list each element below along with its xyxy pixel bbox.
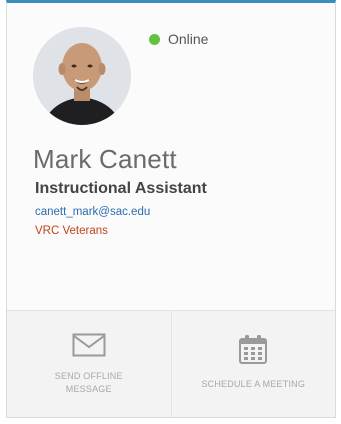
email-link[interactable]: canett_mark@sac.edu [35, 206, 150, 218]
presence-status: Online [149, 31, 208, 47]
calendar-icon [237, 333, 269, 370]
card-actions: SEND OFFLINE MESSAGE SCHEDULE A MEETING [7, 310, 335, 417]
schedule-meeting-button[interactable]: SCHEDULE A MEETING [170, 311, 336, 417]
profile-name: Mark Canett [33, 144, 177, 174]
schedule-meeting-label: SCHEDULE A MEETING [201, 379, 306, 389]
send-offline-message-button[interactable]: SEND OFFLINE MESSAGE [7, 311, 171, 417]
department-label: VRC Veterans [35, 225, 108, 237]
status-label: Online [168, 31, 209, 47]
envelope-icon [72, 333, 106, 362]
avatar [33, 27, 131, 125]
profile-card: Online Mark Canett Instructional Assista… [6, 0, 336, 418]
send-offline-message-label: SEND OFFLINE MESSAGE [54, 371, 123, 394]
online-status-icon [149, 33, 160, 45]
profile-title: Instructional Assistant [35, 180, 207, 197]
page: Online Mark Canett Instructional Assista… [0, 0, 341, 424]
